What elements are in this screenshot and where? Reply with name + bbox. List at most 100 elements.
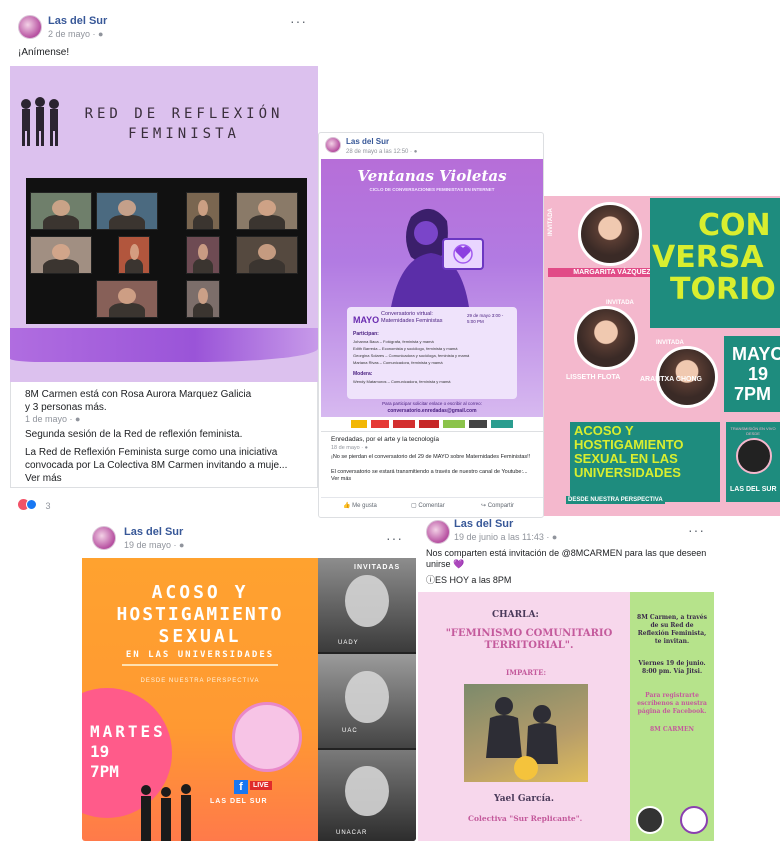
page-avatar[interactable]: [92, 526, 116, 550]
event-month: MAYO: [353, 315, 380, 325]
participant-0: Johanna Baca – Fotógrafa, feminista y ma…: [353, 339, 434, 344]
like-button[interactable]: 👍 Me gusta: [343, 502, 377, 509]
side-text-4: 8M CARMEN: [649, 726, 695, 733]
page-name[interactable]: Las del Sur: [454, 518, 513, 530]
guest-label-2: UNACAR: [336, 830, 368, 836]
page-avatar[interactable]: [426, 520, 450, 544]
women-illustration: [18, 96, 62, 148]
page-avatar[interactable]: [325, 137, 341, 153]
date-day: 19: [748, 364, 769, 384]
broadcast-box: TRANSMISIÓN EN VIVO DESDE LAS DEL SUR: [726, 422, 780, 502]
imparte-label: IMPARTE:: [506, 668, 547, 677]
topic-box: ACOSO Y HOSTIGAMIENTO SEXUAL EN LAS UNIV…: [570, 422, 720, 502]
brand-label: LAS DEL SUR: [210, 798, 268, 805]
sponsor-logo: [469, 420, 487, 428]
post-date[interactable]: 28 de mayo a las 12:50 · ●: [346, 147, 417, 157]
globe-icon: ●: [413, 149, 418, 155]
post-card-2: Las del Sur 28 de mayo a las 12:50 · ● V…: [318, 132, 544, 518]
shared-date[interactable]: 1 de mayo · ●: [25, 414, 80, 424]
poster[interactable]: Ventanas Violetas CICLO DE CONVERSACIONE…: [321, 159, 543, 417]
globe-icon: ●: [75, 414, 81, 424]
contact-email: conversatorio.enredadas@gmail.com: [387, 408, 477, 414]
sponsor-logos: [321, 417, 543, 431]
comment-button[interactable]: ▢ Comentar: [411, 502, 445, 509]
participant-video: [30, 192, 92, 230]
participant-video: [30, 236, 92, 274]
globe-icon: ●: [551, 532, 558, 542]
invited-label: INVITADAS: [354, 564, 401, 571]
shared-date[interactable]: 18 de mayo · ●: [331, 445, 368, 451]
poster-day: MARTES: [90, 722, 166, 741]
more-options-icon[interactable]: ···: [290, 13, 307, 29]
moderator: Wendy Matamoros – Comunicadora, feminist…: [353, 379, 451, 384]
event-box: MAYO Conversatorio virtual: Maternidades…: [347, 307, 517, 399]
post-header: Las del Sur 2 de mayo · ● ···: [18, 13, 308, 43]
side-panel: 8M Carmen, a través de su Red de Reflexi…: [630, 592, 714, 841]
topic-line-4: UNIVERSIDADES: [574, 465, 681, 480]
poster-subtitle: CICLO DE CONVERSACIONES FEMINISTAS EN IN…: [369, 187, 495, 192]
guest-photo: [318, 750, 416, 841]
title-box: CON VERSA TORIO: [650, 198, 780, 328]
participant-video: [186, 280, 220, 318]
guest-photo-2: [574, 306, 638, 370]
title-line-1: CON: [698, 208, 771, 243]
invited-label: INVITADA: [606, 300, 634, 306]
post-text: ¡Anímense!: [18, 47, 70, 58]
post-image[interactable]: RED DE REFLEXIÓN FEMINISTA: [10, 66, 318, 384]
broadcast-label: TRANSMISIÓN EN VIVO DESDE: [730, 426, 776, 436]
poster-conversatorio[interactable]: INVITADA MARGARITA VÁZQUEZ INVITADA LISS…: [544, 196, 780, 516]
moderator-label: Modera:: [353, 371, 373, 377]
post-date[interactable]: 2 de mayo · ●: [48, 29, 103, 39]
shared-header[interactable]: 8M Carmen está con Rosa Aurora Marquez G…: [25, 388, 255, 414]
poster-num: 19: [90, 742, 110, 761]
guests-strip: INVITADAS UADY UAC UNACAR: [318, 558, 416, 841]
globe-icon: ●: [98, 29, 104, 39]
date-month: MAYO: [732, 344, 780, 364]
share-button[interactable]: ↪ Compartir: [481, 502, 514, 509]
talk-topic: "FEMINISMO COMUNITARIO TERRITORIAL".: [445, 628, 613, 651]
shared-line-1: Segunda sesión de la Red de reflexión fe…: [25, 429, 243, 440]
topic-line-2: HOSTIGAMIENTO: [574, 437, 684, 452]
event-time: 29 de mayo 3:00 - 5:00 PM: [467, 313, 504, 324]
poster-title: Ventanas Violetas: [357, 167, 507, 185]
participant-video: [186, 236, 220, 274]
page-name[interactable]: Las del Sur: [346, 137, 389, 146]
post-date[interactable]: 19 de junio a las 11:43 · ●: [454, 532, 557, 542]
shared-page-name[interactable]: Enredadas, por el arte y la tecnología: [331, 436, 439, 443]
post-date[interactable]: 19 de mayo · ●: [124, 540, 184, 550]
page-name[interactable]: Las del Sur: [48, 15, 107, 27]
more-options-icon[interactable]: ···: [386, 530, 403, 546]
more-options-icon[interactable]: ···: [688, 522, 705, 538]
topic-line-3: SEXUAL EN LAS: [574, 451, 678, 466]
post-image[interactable]: ACOSO Y HOSTIGAMIENTO SEXUAL EN LAS UNIV…: [82, 558, 318, 841]
guest-label-0: UADY: [338, 640, 359, 646]
video-call-grid: [26, 178, 307, 324]
poster-time: 7PM: [90, 762, 119, 781]
page-avatar[interactable]: [18, 15, 42, 39]
sponsor-logo: [393, 420, 415, 428]
poster-title-3: SEXUAL: [158, 626, 242, 647]
speaker-photo: [464, 684, 588, 782]
image-title: RED DE REFLEXIÓN FEMINISTA: [84, 106, 284, 142]
side-text-2: Viernes 19 de junio. 8:00 pm. Vía Jitsi.: [638, 660, 706, 675]
participant-video: [118, 236, 150, 274]
post-header: Las del Sur 19 de junio a las 11:43 · ● …: [426, 518, 712, 544]
post-header: Las del Sur 28 de mayo a las 12:50 · ●: [325, 137, 539, 157]
event-label: Conversatorio virtual: Maternidades Femi…: [381, 311, 443, 324]
participant-2: Georgina Solares – Comunicadora y sociól…: [353, 353, 470, 358]
post-image[interactable]: CHARLA: "FEMINISMO COMUNITARIO TERRITORI…: [418, 592, 714, 841]
women-silhouettes: [136, 784, 206, 841]
brush-stroke: [10, 328, 318, 362]
brand-logo: [736, 438, 772, 474]
date-box: MAYO 19 7PM: [724, 336, 780, 412]
reactions[interactable]: 3: [18, 496, 50, 511]
page-name[interactable]: Las del Sur: [124, 526, 183, 538]
post-header: Las del Sur 19 de mayo · ● ···: [90, 524, 410, 556]
charla-label: CHARLA:: [492, 610, 539, 620]
sur-replicante-logo: [636, 806, 664, 834]
participant-video: [236, 192, 298, 230]
8m-logo: [680, 806, 708, 834]
perspective-label: DESDE NUESTRA PERSPECTIVA: [566, 496, 665, 504]
guest-photo: [318, 654, 416, 748]
globe-icon: ●: [179, 540, 185, 550]
